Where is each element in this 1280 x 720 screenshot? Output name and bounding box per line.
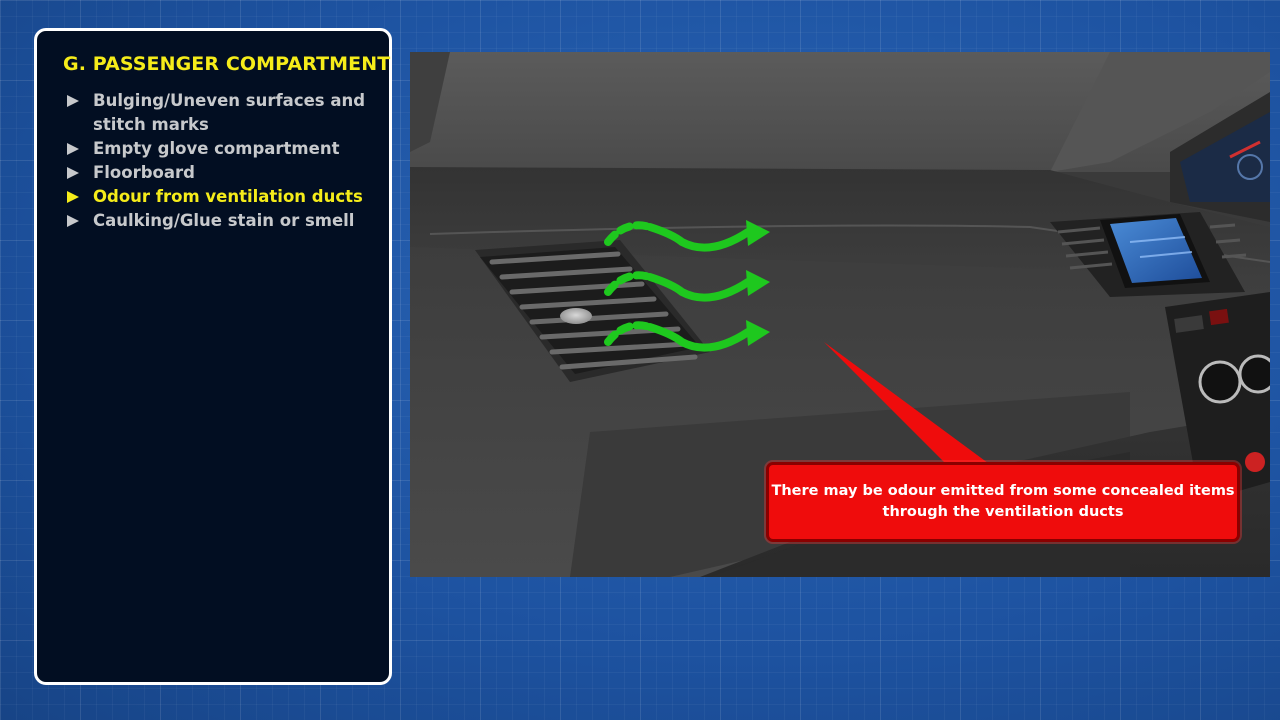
play-arrow-icon bbox=[67, 167, 79, 179]
checklist-item-label: Empty glove compartment bbox=[93, 139, 340, 158]
checklist: Bulging/Uneven surfaces and stitch marks… bbox=[65, 89, 375, 233]
checklist-item[interactable]: Caulking/Glue stain or smell bbox=[65, 209, 375, 233]
callout-box: There may be odour emitted from some con… bbox=[766, 462, 1240, 542]
checklist-item-label: Odour from ventilation ducts bbox=[93, 187, 363, 206]
checklist-item[interactable]: Floorboard bbox=[65, 161, 375, 185]
play-arrow-icon bbox=[67, 143, 79, 155]
checklist-item-label: Floorboard bbox=[93, 163, 195, 182]
checklist-item-label: Caulking/Glue stain or smell bbox=[93, 211, 355, 230]
play-arrow-icon bbox=[67, 191, 79, 203]
play-arrow-icon bbox=[67, 215, 79, 227]
checklist-item-label: Bulging/Uneven surfaces and stitch marks bbox=[93, 91, 366, 134]
checklist-panel: G. PASSENGER COMPARTMENT Bulging/Uneven … bbox=[34, 28, 392, 685]
play-arrow-icon bbox=[67, 95, 79, 107]
checklist-item[interactable]: Odour from ventilation ducts bbox=[65, 185, 375, 209]
checklist-item[interactable]: Bulging/Uneven surfaces and stitch marks bbox=[65, 89, 375, 137]
checklist-item[interactable]: Empty glove compartment bbox=[65, 137, 375, 161]
panel-title: G. PASSENGER COMPARTMENT bbox=[63, 53, 391, 75]
callout-text: There may be odour emitted from some con… bbox=[771, 483, 1235, 520]
